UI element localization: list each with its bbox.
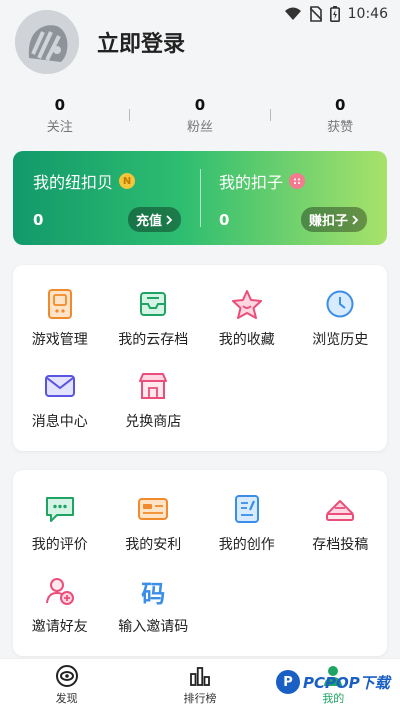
- wifi-icon: [284, 7, 302, 21]
- stat-value: 0: [334, 95, 346, 114]
- cloud-save-icon: [136, 287, 170, 321]
- stat-value: 0: [54, 95, 66, 114]
- menu-label: 输入邀请码: [118, 619, 189, 635]
- recommend-card-icon: [136, 492, 170, 526]
- menu-label: 我的云存档: [118, 332, 189, 348]
- stat-value: 0: [194, 95, 206, 114]
- favorite-star-icon: [230, 287, 264, 321]
- game-manage-icon: [43, 287, 77, 321]
- nav-label: 发现: [55, 692, 78, 705]
- user-stats: 0 关注 0 粉丝 0 获赞: [0, 95, 400, 135]
- stat-fans[interactable]: 0 粉丝: [150, 96, 250, 135]
- menu-label: 我的评价: [31, 537, 88, 553]
- chevron-right-icon: [166, 214, 173, 225]
- stat-label: 粉丝: [186, 119, 213, 135]
- invite-friend-icon: [43, 574, 77, 608]
- ranking-icon: [190, 667, 210, 686]
- menu-store[interactable]: 兑换商店: [107, 369, 201, 431]
- wallet-niukoubei[interactable]: 我的纽扣贝 N 0 充值: [13, 151, 201, 245]
- creation-pen-icon: [230, 492, 264, 526]
- message-envelope-icon: [43, 369, 77, 403]
- feature-card-main: 游戏管理 我的云存档 我的收藏 浏览历史 消息中心 兑换商店: [13, 265, 387, 451]
- watermark-text: PCPOP下载: [303, 673, 390, 692]
- nav-label: 排行榜: [183, 692, 217, 705]
- menu-messages[interactable]: 消息中心: [13, 369, 107, 431]
- menu-label: 存档投稿: [312, 537, 369, 553]
- menu-invite-friends[interactable]: 邀请好友: [13, 574, 107, 636]
- invite-code-icon: 码: [136, 574, 170, 608]
- discover-icon: [55, 665, 78, 687]
- stat-label: 获赞: [327, 119, 354, 135]
- menu-game-manage[interactable]: 游戏管理: [13, 287, 107, 349]
- menu-creations[interactable]: 我的创作: [200, 492, 294, 554]
- earn-label: 赚扣子: [308, 214, 348, 229]
- watermark-logo-icon: P: [276, 670, 300, 694]
- niukoubei-coin-icon: N: [119, 173, 136, 189]
- wallet-value: 0: [33, 210, 44, 229]
- wallet-value: 0: [219, 210, 230, 229]
- menu-label: 浏览历史: [312, 332, 369, 348]
- earn-kouzi-button[interactable]: 赚扣子: [300, 207, 367, 232]
- menu-save-submission[interactable]: 存档投稿: [294, 492, 388, 554]
- menu-enter-invite-code[interactable]: 码 输入邀请码: [107, 574, 201, 636]
- store-icon: [136, 369, 170, 403]
- menu-recommendations[interactable]: 我的安利: [107, 492, 201, 554]
- menu-label: 我的收藏: [218, 332, 275, 348]
- feature-card-creation: 我的评价 我的安利 我的创作 存档投稿 邀请好友 码 输入邀请码: [13, 470, 387, 656]
- chevron-right-icon: [352, 214, 359, 225]
- menu-reviews[interactable]: 我的评价: [13, 492, 107, 554]
- menu-history[interactable]: 浏览历史: [294, 287, 388, 349]
- default-avatar-icon: [15, 10, 79, 74]
- menu-favorites[interactable]: 我的收藏: [200, 287, 294, 349]
- invite-code-glyph: 码: [141, 579, 166, 608]
- wallet-kouzi[interactable]: 我的扣子 :: 0 赚扣子: [201, 151, 387, 245]
- nav-discover[interactable]: 发现: [22, 664, 112, 706]
- stat-divider: [129, 109, 131, 121]
- button-coin-icon: ::: [289, 173, 306, 189]
- wallet-title: 我的纽扣贝: [33, 173, 114, 192]
- battery-icon: [329, 6, 340, 22]
- wallet-card: 我的纽扣贝 N 0 充值 我的扣子 :: 0 赚扣子: [13, 151, 387, 245]
- menu-label: 邀请好友: [31, 619, 88, 635]
- stat-label: 关注: [46, 119, 73, 135]
- menu-label: 游戏管理: [31, 332, 88, 348]
- status-time: 10:46: [347, 6, 388, 22]
- review-chat-icon: [43, 492, 77, 526]
- submit-save-icon: [323, 492, 357, 526]
- wallet-title: 我的扣子: [219, 173, 284, 192]
- profile-header[interactable]: 立即登录: [15, 10, 185, 74]
- menu-label: 兑换商店: [125, 414, 182, 430]
- menu-label: 我的创作: [218, 537, 275, 553]
- watermark: P PCPOP下载: [276, 670, 390, 694]
- menu-label: 消息中心: [31, 414, 88, 430]
- no-sim-icon: [309, 6, 322, 22]
- menu-label: 我的安利: [125, 537, 182, 553]
- menu-cloud-save[interactable]: 我的云存档: [107, 287, 201, 349]
- login-link[interactable]: 立即登录: [97, 26, 185, 58]
- recharge-label: 充值: [135, 214, 162, 229]
- stat-divider: [269, 109, 271, 121]
- history-clock-icon: [323, 287, 357, 321]
- nav-ranking[interactable]: 排行榜: [155, 664, 245, 706]
- avatar[interactable]: [15, 10, 79, 74]
- stat-likes[interactable]: 0 获赞: [290, 96, 390, 135]
- recharge-button[interactable]: 充值: [127, 207, 181, 232]
- stat-following[interactable]: 0 关注: [10, 96, 110, 135]
